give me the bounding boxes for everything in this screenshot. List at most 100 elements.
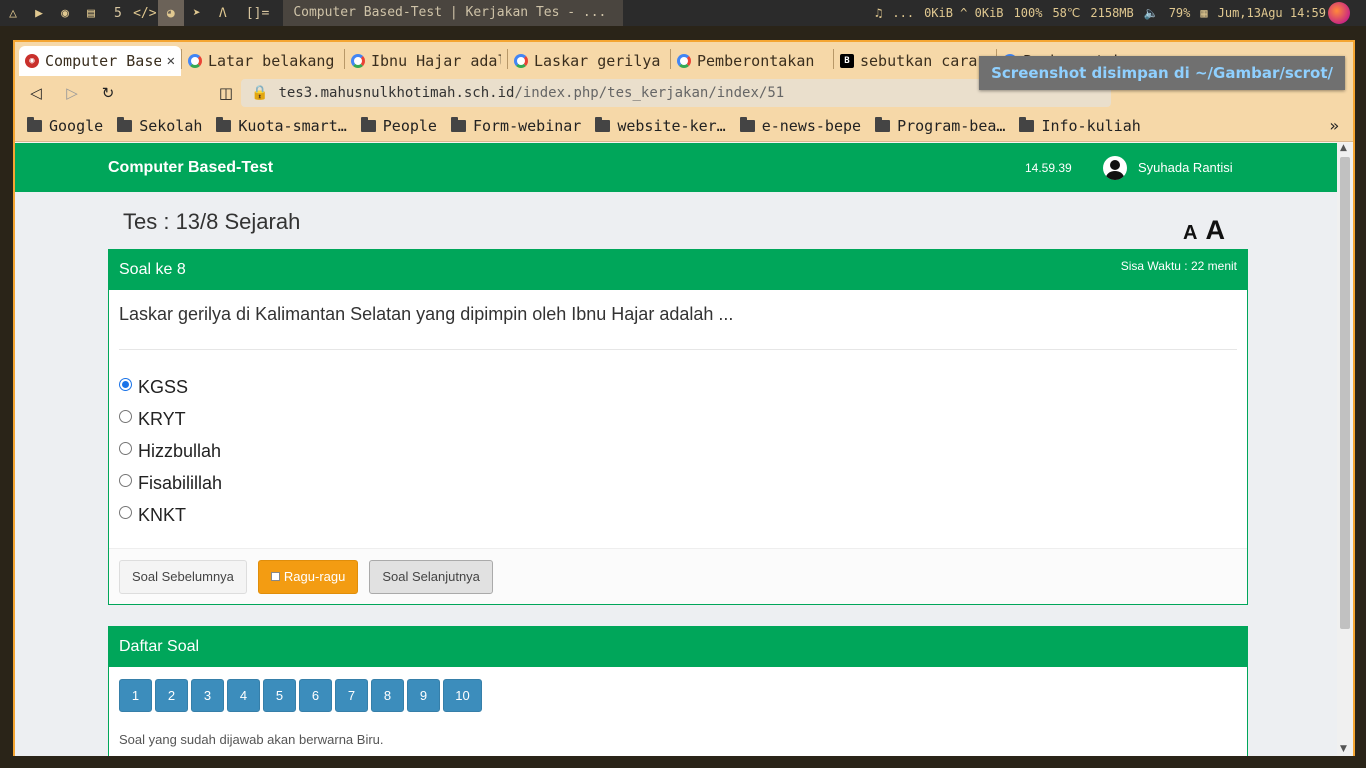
- tab-pemberontakan[interactable]: Pemberontakan: [671, 46, 833, 76]
- bookmark-icon[interactable]: ◫: [215, 82, 237, 104]
- telegram-icon[interactable]: ➤: [184, 0, 210, 26]
- bookmark-label: Form-webinar: [472, 116, 582, 135]
- question-nav-button[interactable]: 9: [407, 679, 440, 712]
- chrome-icon[interactable]: ◉: [52, 0, 78, 26]
- lock-icon: 🔒: [251, 85, 269, 101]
- clock: 14.59.39: [1025, 160, 1072, 175]
- question-nav-button[interactable]: 4: [227, 679, 260, 712]
- radio-button-selected[interactable]: [119, 377, 132, 391]
- folder-icon: [1019, 116, 1035, 132]
- layout-indicator: []=: [245, 5, 270, 21]
- url-host: tes3.mahusnulkhotimah.sch.id: [278, 85, 515, 101]
- browser-window: ◉ Computer Based-Test ✕ Latar belakang I…: [13, 40, 1355, 756]
- bookmark-label: e-news-bepe: [761, 116, 862, 135]
- workspace-number[interactable]: 5: [104, 6, 132, 21]
- app-launcher-icon[interactable]: Λ: [210, 0, 236, 26]
- scroll-up-icon[interactable]: ▲: [1340, 143, 1347, 153]
- bookmark-folder[interactable]: Info-kuliah: [1019, 116, 1141, 135]
- music-status: ...: [892, 6, 915, 20]
- font-increase-button[interactable]: A: [1205, 215, 1225, 246]
- folder-icon: [27, 116, 42, 132]
- scrollbar-thumb[interactable]: [1340, 157, 1350, 629]
- question-list-title: Daftar Soal: [119, 638, 200, 655]
- tab-computer-based-test[interactable]: ◉ Computer Based-Test ✕: [19, 46, 181, 76]
- font-size-controls: A A: [1183, 215, 1225, 246]
- question-header: Soal ke 8 Sisa Waktu : 22 menit: [109, 250, 1247, 290]
- question-nav-button[interactable]: 8: [371, 679, 404, 712]
- google-icon: [514, 54, 528, 68]
- folder-icon: [595, 116, 611, 132]
- tab-sebutkan-cara[interactable]: B sebutkan cara: [834, 46, 996, 76]
- tab-label: Ibnu Hajar adalah: [371, 52, 501, 70]
- option-label: KGSS: [138, 376, 189, 397]
- doubt-button[interactable]: Ragu-ragu: [257, 559, 359, 594]
- bookmark-folder[interactable]: Google: [27, 116, 103, 135]
- more-bookmarks-icon[interactable]: »: [1329, 116, 1339, 135]
- question-nav-button[interactable]: 10: [443, 679, 482, 712]
- scroll-down-icon[interactable]: ▼: [1340, 744, 1347, 754]
- media-play-icon[interactable]: ▶: [26, 0, 52, 26]
- question-nav-button[interactable]: 1: [119, 679, 152, 712]
- radio-button[interactable]: [119, 505, 132, 519]
- option-label: Hizzbullah: [138, 440, 222, 461]
- code-icon[interactable]: </>: [132, 0, 158, 26]
- option-d[interactable]: Fisabilillah: [119, 467, 1237, 499]
- option-a[interactable]: KGSS: [119, 371, 1237, 403]
- page-title: Tes : 13/8 Sejarah: [123, 209, 301, 234]
- next-question-button[interactable]: Soal Selanjutnya: [369, 559, 493, 594]
- tab-latar-belakang[interactable]: Latar belakang: [182, 46, 344, 76]
- question-list-header: Daftar Soal: [109, 627, 1247, 667]
- window-title: Computer Based-Test | Kerjakan Tes - ...: [283, 0, 624, 26]
- bookmark-folder[interactable]: Kuota-smart…: [216, 116, 347, 135]
- tab-label: Laskar gerilya: [534, 52, 661, 70]
- active-app-icon[interactable]: ◕: [157, 0, 184, 26]
- app-brand[interactable]: Computer Based-Test: [108, 159, 273, 177]
- google-icon: [677, 54, 691, 68]
- radio-button[interactable]: [119, 473, 132, 487]
- folder-icon: [117, 116, 133, 132]
- folder-icon: [875, 116, 891, 132]
- user-menu[interactable]: Syuhada Rantisi: [1103, 155, 1233, 180]
- option-c[interactable]: Hizzbullah: [119, 435, 1237, 467]
- bookmark-folder[interactable]: Sekolah: [117, 116, 202, 135]
- system-avatar[interactable]: [1328, 2, 1350, 24]
- tab-label: Latar belakang: [208, 52, 335, 70]
- tab-ibnu-hajar[interactable]: Ibnu Hajar adalah: [345, 46, 507, 76]
- bookmark-folder[interactable]: Form-webinar: [450, 116, 582, 135]
- page-scrollbar[interactable]: ▲ ▼: [1337, 143, 1353, 756]
- option-label: Fisabilillah: [138, 472, 223, 493]
- app-navbar: Computer Based-Test 14.59.39 Syuhada Ran…: [15, 143, 1339, 192]
- question-nav-button[interactable]: 6: [299, 679, 332, 712]
- temp-status: 58℃: [1052, 6, 1081, 20]
- bookmark-folder[interactable]: Program-bea…: [875, 116, 1005, 135]
- bookmark-folder[interactable]: website-ker…: [595, 116, 726, 135]
- question-nav-button[interactable]: 7: [335, 679, 368, 712]
- forward-icon[interactable]: ▷: [61, 82, 83, 104]
- question-nav-button[interactable]: 5: [263, 679, 296, 712]
- system-bar: △ ▶ ◉ ▤ 5 </> ◕ ➤ Λ []= Computer Based-T…: [0, 0, 1366, 26]
- font-decrease-button[interactable]: A: [1183, 222, 1197, 245]
- question-nav-button[interactable]: 3: [191, 679, 224, 712]
- question-nav-button[interactable]: 2: [155, 679, 188, 712]
- back-icon[interactable]: ◁: [25, 82, 47, 104]
- bookmark-label: Kuota-smart…: [238, 116, 347, 135]
- previous-question-button[interactable]: Soal Sebelumnya: [119, 559, 247, 594]
- remaining-time: Sisa Waktu : 22 menit: [1120, 259, 1237, 273]
- close-tab-icon[interactable]: ✕: [167, 53, 175, 69]
- option-e[interactable]: KNKT: [119, 499, 1237, 531]
- bookmark-label: website-ker…: [617, 116, 726, 135]
- radio-button[interactable]: [119, 441, 132, 455]
- question-panel: Soal ke 8 Sisa Waktu : 22 menit Laskar g…: [108, 249, 1248, 605]
- reload-icon[interactable]: ↻: [97, 82, 119, 104]
- question-text: Laskar gerilya di Kalimantan Selatan yan…: [119, 304, 734, 324]
- tab-laskar-gerilya[interactable]: Laskar gerilya: [508, 46, 670, 76]
- status-area: ♫ ... 0KiB ^ 0KiB 100% 58℃ 2158MB 🔈 79% …: [875, 6, 1366, 20]
- question-list-panel: Daftar Soal 1 2 3 4 5 6 7 8 9 10 Soal ya…: [108, 626, 1248, 756]
- option-b[interactable]: KRYT: [119, 403, 1237, 435]
- bookmark-folder[interactable]: e-news-bepe: [739, 116, 862, 135]
- radio-button[interactable]: [119, 409, 132, 423]
- bookmark-folder[interactable]: People: [360, 116, 437, 135]
- arch-logo-icon[interactable]: △: [0, 0, 26, 26]
- folder-icon[interactable]: ▤: [78, 0, 104, 26]
- folder-icon: [216, 116, 232, 132]
